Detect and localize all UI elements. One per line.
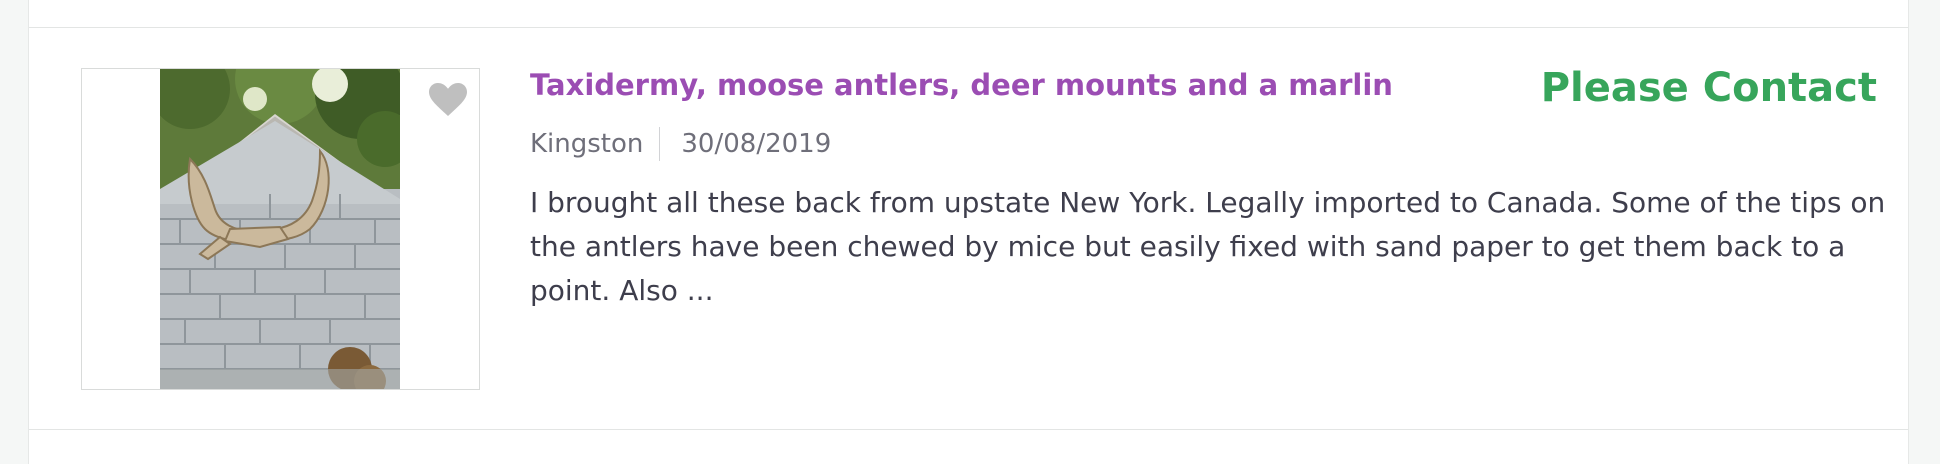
heart-icon — [429, 83, 467, 116]
listing-card[interactable]: Taxidermy, moose antlers, deer mounts an… — [29, 28, 1908, 429]
page: Taxidermy, moose antlers, deer mounts an… — [0, 0, 1940, 464]
favorite-button[interactable] — [428, 80, 468, 120]
meta-separator — [659, 127, 661, 161]
listing-title-link[interactable]: Taxidermy, moose antlers, deer mounts an… — [530, 68, 1393, 102]
listing-date: 30/08/2019 — [681, 129, 832, 159]
listing-description: I brought all these back from upstate Ne… — [530, 186, 1886, 307]
listing-price: Please Contact — [1540, 65, 1877, 111]
listing-meta: Kingston 30/08/2019 — [530, 127, 831, 161]
listings-column: Taxidermy, moose antlers, deer mounts an… — [28, 0, 1909, 464]
listing-thumbnail[interactable] — [81, 68, 480, 390]
listing-photo — [160, 69, 400, 389]
divider — [29, 429, 1908, 430]
listing-location: Kingston — [530, 129, 644, 159]
